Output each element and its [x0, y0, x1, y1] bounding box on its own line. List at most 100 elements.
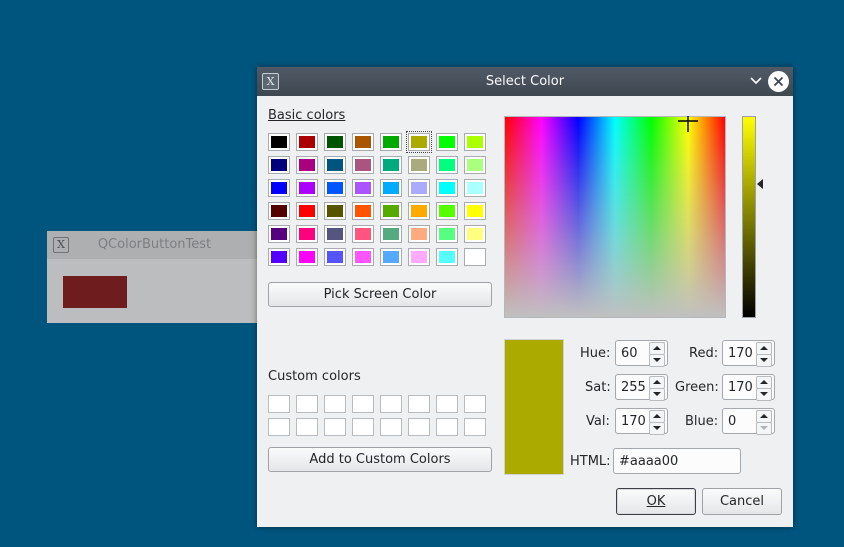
basic-color-swatch[interactable] — [436, 133, 458, 151]
custom-color-swatch[interactable] — [380, 418, 402, 436]
blue-spinbox[interactable]: 0 — [722, 408, 775, 435]
custom-color-swatch[interactable] — [352, 418, 374, 436]
custom-color-swatch[interactable] — [296, 418, 318, 436]
basic-color-swatch[interactable] — [408, 156, 430, 174]
blue-decrement-button[interactable] — [756, 422, 772, 435]
custom-color-swatch[interactable] — [380, 395, 402, 413]
sat-spinbox[interactable]: 255 — [615, 374, 668, 401]
custom-color-swatch[interactable] — [268, 395, 290, 413]
value-slider-handle[interactable] — [757, 179, 763, 189]
custom-color-swatch[interactable] — [296, 395, 318, 413]
basic-colors-label: Basic colors — [268, 108, 345, 123]
swatch-fill — [299, 251, 315, 263]
custom-color-swatch[interactable] — [436, 395, 458, 413]
basic-color-swatch[interactable] — [436, 202, 458, 220]
basic-color-swatch[interactable] — [268, 179, 290, 197]
chevron-down-icon[interactable] — [748, 73, 764, 89]
hue-spinbox[interactable]: 60 — [615, 340, 668, 367]
sat-decrement-button[interactable] — [649, 388, 665, 401]
color-button[interactable] — [63, 276, 127, 308]
basic-color-swatch[interactable] — [324, 248, 346, 266]
basic-color-swatch[interactable] — [352, 133, 374, 151]
custom-color-swatch[interactable] — [268, 418, 290, 436]
hue-saturation-picker[interactable] — [504, 116, 726, 318]
basic-color-swatch[interactable] — [324, 133, 346, 151]
custom-color-swatch[interactable] — [464, 418, 486, 436]
basic-color-swatch[interactable] — [464, 248, 486, 266]
cancel-button[interactable]: Cancel — [702, 488, 782, 515]
val-decrement-button[interactable] — [649, 422, 665, 435]
basic-color-swatch[interactable] — [436, 225, 458, 243]
basic-color-swatch[interactable] — [380, 248, 402, 266]
basic-color-swatch[interactable] — [436, 248, 458, 266]
swatch-fill — [439, 182, 455, 194]
swatch-fill — [411, 182, 427, 194]
basic-color-swatch[interactable] — [324, 202, 346, 220]
val-spinbox[interactable]: 170 — [615, 408, 668, 435]
basic-color-swatch[interactable] — [268, 225, 290, 243]
basic-color-swatch[interactable] — [268, 156, 290, 174]
basic-color-swatch[interactable] — [408, 179, 430, 197]
red-label: Red: — [689, 346, 719, 361]
basic-color-swatch[interactable] — [380, 179, 402, 197]
select-color-dialog: X Select Color Basic colors Pick Screen … — [257, 67, 793, 527]
basic-color-swatch[interactable] — [268, 133, 290, 151]
custom-color-swatch[interactable] — [324, 418, 346, 436]
value-slider[interactable] — [742, 116, 756, 318]
hue-decrement-button[interactable] — [649, 354, 665, 367]
basic-color-swatch[interactable] — [296, 133, 318, 151]
basic-color-swatch[interactable] — [352, 248, 374, 266]
ok-button[interactable]: OK — [616, 488, 696, 515]
swatch-fill — [271, 251, 287, 263]
custom-color-swatch[interactable] — [408, 418, 430, 436]
basic-color-swatch[interactable] — [296, 202, 318, 220]
basic-color-swatch[interactable] — [296, 248, 318, 266]
html-color-input[interactable]: #aaaa00 — [613, 448, 741, 474]
custom-color-swatch[interactable] — [324, 395, 346, 413]
basic-color-swatch[interactable] — [406, 131, 432, 153]
basic-color-swatch[interactable] — [408, 202, 430, 220]
basic-color-swatch[interactable] — [296, 225, 318, 243]
basic-color-swatch[interactable] — [352, 156, 374, 174]
custom-color-swatch[interactable] — [464, 395, 486, 413]
background-window-titlebar: X QColorButtonTest — [47, 231, 262, 259]
basic-color-swatch[interactable] — [352, 202, 374, 220]
basic-color-swatch[interactable] — [296, 179, 318, 197]
basic-color-swatch[interactable] — [296, 156, 318, 174]
basic-color-swatch[interactable] — [380, 202, 402, 220]
custom-color-swatch[interactable] — [408, 395, 430, 413]
basic-color-swatch[interactable] — [380, 225, 402, 243]
basic-color-swatch[interactable] — [464, 202, 486, 220]
custom-color-swatch[interactable] — [436, 418, 458, 436]
pick-screen-color-button[interactable]: Pick Screen Color — [268, 282, 492, 307]
basic-color-swatch[interactable] — [408, 225, 430, 243]
green-spinbox[interactable]: 170 — [722, 374, 775, 401]
red-value: 170 — [728, 346, 753, 361]
swatch-fill — [299, 182, 315, 194]
basic-color-swatch[interactable] — [464, 225, 486, 243]
basic-color-swatch[interactable] — [352, 179, 374, 197]
basic-color-swatch[interactable] — [268, 248, 290, 266]
basic-color-swatch[interactable] — [464, 156, 486, 174]
basic-color-swatch[interactable] — [436, 179, 458, 197]
red-decrement-button[interactable] — [756, 354, 772, 367]
custom-color-swatch[interactable] — [352, 395, 374, 413]
swatch-fill — [467, 205, 483, 217]
red-spinbox[interactable]: 170 — [722, 340, 775, 367]
basic-color-swatch[interactable] — [464, 179, 486, 197]
basic-color-swatch[interactable] — [352, 225, 374, 243]
swatch-fill — [467, 136, 483, 148]
basic-color-swatch[interactable] — [464, 133, 486, 151]
add-to-custom-colors-button[interactable]: Add to Custom Colors — [268, 447, 492, 472]
swatch-fill — [383, 251, 399, 263]
basic-color-swatch[interactable] — [324, 225, 346, 243]
close-button[interactable] — [768, 71, 789, 92]
basic-color-swatch[interactable] — [408, 248, 430, 266]
basic-color-swatch[interactable] — [436, 156, 458, 174]
basic-color-swatch[interactable] — [268, 202, 290, 220]
basic-color-swatch[interactable] — [324, 179, 346, 197]
basic-color-swatch[interactable] — [380, 156, 402, 174]
green-decrement-button[interactable] — [756, 388, 772, 401]
basic-color-swatch[interactable] — [380, 133, 402, 151]
basic-color-swatch[interactable] — [324, 156, 346, 174]
